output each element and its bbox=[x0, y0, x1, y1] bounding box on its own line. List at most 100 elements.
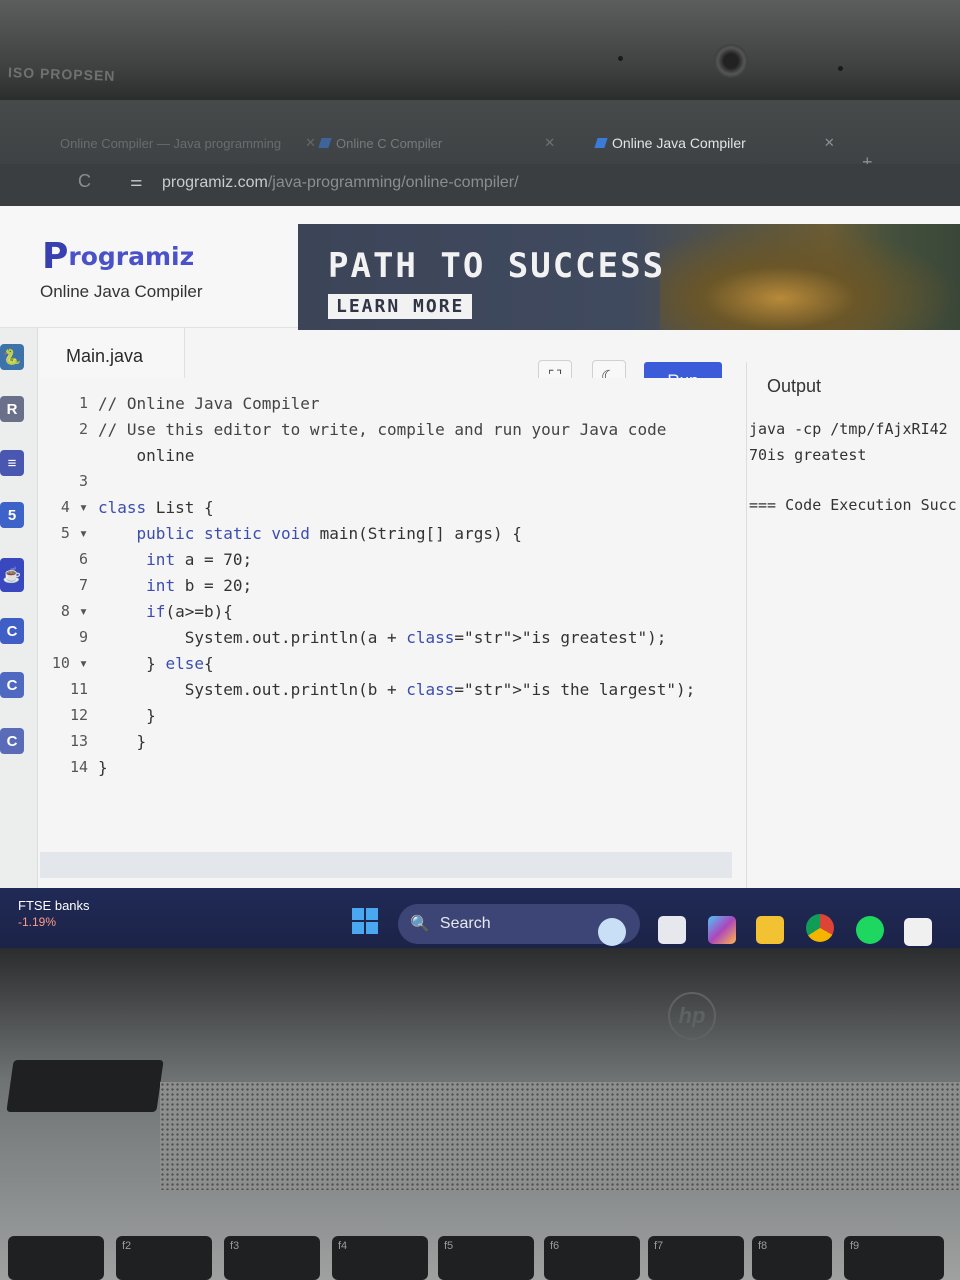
task-view-icon[interactable] bbox=[658, 916, 686, 944]
windows-taskbar: FTSE banks -1.19% 🔍 Search bbox=[0, 888, 960, 948]
reload-icon[interactable]: C bbox=[78, 171, 91, 192]
key-f5[interactable]: f5 bbox=[438, 1236, 534, 1280]
laptop-keyboard-deck: hp f2 f3 f4 f5 f6 f7 f8 f9 bbox=[0, 948, 960, 1280]
code-line[interactable]: 2 // Use this editor to write, compile an… bbox=[40, 420, 730, 444]
language-sidebar: 🐍 R ≡ 5 ☕ C C C bbox=[0, 328, 38, 896]
code-text: } bbox=[98, 732, 147, 751]
csharp-icon[interactable]: C bbox=[0, 728, 24, 754]
code-line[interactable]: 13 } bbox=[40, 732, 730, 756]
file-explorer-icon[interactable] bbox=[756, 916, 784, 944]
code-line[interactable]: 10 ▾ } else{ bbox=[40, 654, 730, 678]
sql-icon[interactable]: ≡ bbox=[0, 450, 24, 476]
code-text: int a = 70; bbox=[146, 550, 253, 569]
sensor-dot bbox=[838, 66, 843, 71]
code-line[interactable]: 7 int b = 20; bbox=[40, 576, 730, 600]
code-line[interactable]: 8 ▾ if(a>=b){ bbox=[40, 602, 730, 626]
file-tab-main-java[interactable]: Main.java bbox=[40, 328, 185, 378]
code-line[interactable]: 3 bbox=[40, 472, 730, 496]
r-icon[interactable]: R bbox=[0, 396, 24, 422]
java-icon[interactable]: ☕ bbox=[0, 558, 24, 592]
python-icon[interactable]: 🐍 bbox=[0, 344, 24, 370]
code-text: System.out.println(a + class="str">"is g… bbox=[98, 628, 667, 647]
output-line: 70is greatest bbox=[749, 446, 867, 464]
stock-widget[interactable]: FTSE banks -1.19% bbox=[18, 898, 90, 929]
spotify-icon[interactable] bbox=[856, 916, 884, 944]
code-line[interactable]: 5 ▾ public static void main(String[] arg… bbox=[40, 524, 730, 548]
active-line-highlight bbox=[40, 852, 732, 878]
page-subtitle: Online Java Compiler bbox=[40, 282, 203, 301]
code-text: } bbox=[98, 758, 108, 777]
code-line[interactable]: 1 // Online Java Compiler bbox=[40, 394, 730, 418]
speaker-grille bbox=[160, 1082, 960, 1190]
code-line[interactable]: 4 ▾ class List { bbox=[40, 498, 730, 522]
code-text: // Use this editor to write, compile and… bbox=[98, 420, 667, 439]
programiz-favicon-icon bbox=[594, 138, 608, 148]
key-f2[interactable]: f2 bbox=[116, 1236, 212, 1280]
key-f1[interactable] bbox=[8, 1236, 104, 1280]
code-text: } else{ bbox=[98, 654, 214, 673]
browser-tab[interactable]: Online C Compiler ✕ bbox=[318, 128, 555, 158]
bezel-sticker-text: ISO PROPSEN bbox=[7, 64, 116, 84]
close-tab-icon[interactable]: ✕ bbox=[824, 135, 835, 151]
line-number: 6 bbox=[78, 550, 88, 568]
programiz-logo[interactable]: Programiz bbox=[42, 236, 194, 277]
code-line[interactable]: 12 } bbox=[40, 706, 730, 730]
webcam-icon bbox=[714, 44, 748, 78]
code-text: public static void main(String[] args) { bbox=[136, 524, 522, 543]
windows-start-icon[interactable] bbox=[352, 908, 378, 934]
ad-forest-image bbox=[660, 224, 960, 330]
c-icon[interactable]: C bbox=[0, 618, 24, 644]
cpp-icon[interactable]: C bbox=[0, 672, 24, 698]
key-f9[interactable]: f9 bbox=[844, 1236, 944, 1280]
ticker-change: -1.19% bbox=[18, 915, 57, 929]
line-number: 13 bbox=[69, 732, 88, 750]
code-line[interactable]: online bbox=[40, 446, 730, 470]
code-line[interactable]: 9 System.out.println(a + class="str">"is… bbox=[40, 628, 730, 652]
code-line[interactable]: 11 System.out.println(b + class="str">"i… bbox=[40, 680, 730, 704]
code-text: System.out.println(b + class="str">"is t… bbox=[98, 680, 696, 699]
code-editor[interactable]: 1 // Online Java Compiler 2 // Use this edi… bbox=[40, 378, 740, 896]
ad-banner[interactable]: PATH TO SUCCESS LEARN MORE bbox=[298, 224, 960, 330]
line-number: 1 bbox=[78, 394, 88, 412]
ad-title: PATH TO SUCCESS bbox=[328, 246, 666, 286]
copilot-icon[interactable] bbox=[708, 916, 736, 944]
code-line[interactable]: 6 int a = 70; bbox=[40, 550, 730, 574]
ticker-name: FTSE banks bbox=[18, 898, 90, 913]
key-f6[interactable]: f6 bbox=[544, 1236, 640, 1280]
line-number: 12 bbox=[69, 706, 88, 724]
code-text: int b = 20; bbox=[146, 576, 253, 595]
browser-tab-bar: Online Compiler — Java programming ✕ Onli… bbox=[0, 100, 960, 164]
key-f7[interactable]: f7 bbox=[648, 1236, 744, 1280]
hinge bbox=[6, 1060, 164, 1112]
site-header: Programiz Online Java Compiler PATH TO S… bbox=[0, 206, 960, 330]
code-text: class List { bbox=[98, 498, 214, 517]
clock-app-icon[interactable] bbox=[598, 918, 626, 946]
ad-learn-more-button[interactable]: LEARN MORE bbox=[328, 294, 473, 319]
line-number: 5 ▾ bbox=[60, 524, 88, 542]
output-panel: java -cp /tmp/fAjxRI42 70is greatest === C… bbox=[746, 410, 960, 896]
html-icon[interactable]: 5 bbox=[0, 502, 24, 528]
sensor-dot bbox=[618, 56, 623, 61]
key-f3[interactable]: f3 bbox=[224, 1236, 320, 1280]
programiz-favicon-icon bbox=[318, 138, 332, 148]
browser-tab-active[interactable]: Online Java Compiler ✕ bbox=[594, 128, 835, 158]
code-text: online bbox=[98, 446, 195, 465]
browser-tab[interactable]: Online Compiler — Java programming ✕ bbox=[60, 128, 316, 158]
site-settings-icon[interactable]: ⚌ bbox=[130, 173, 142, 190]
chrome-icon[interactable] bbox=[806, 914, 834, 942]
line-number: 10 ▾ bbox=[51, 654, 88, 672]
code-text: } bbox=[98, 706, 156, 725]
url-input[interactable]: programiz.com/java-programming/online-co… bbox=[162, 174, 519, 192]
web-page: Programiz Online Java Compiler PATH TO S… bbox=[0, 206, 960, 896]
line-number: 3 bbox=[78, 472, 88, 490]
hp-logo: hp bbox=[668, 992, 716, 1040]
laptop-bezel: ISO PROPSEN bbox=[0, 0, 960, 100]
code-line[interactable]: 14} bbox=[40, 758, 730, 782]
close-tab-icon[interactable]: ✕ bbox=[305, 135, 316, 151]
code-text: // Online Java Compiler bbox=[98, 394, 320, 413]
key-f8[interactable]: f8 bbox=[752, 1236, 832, 1280]
code-text: if(a>=b){ bbox=[146, 602, 233, 621]
close-tab-icon[interactable]: ✕ bbox=[544, 135, 555, 151]
store-icon[interactable] bbox=[904, 918, 932, 946]
key-f4[interactable]: f4 bbox=[332, 1236, 428, 1280]
